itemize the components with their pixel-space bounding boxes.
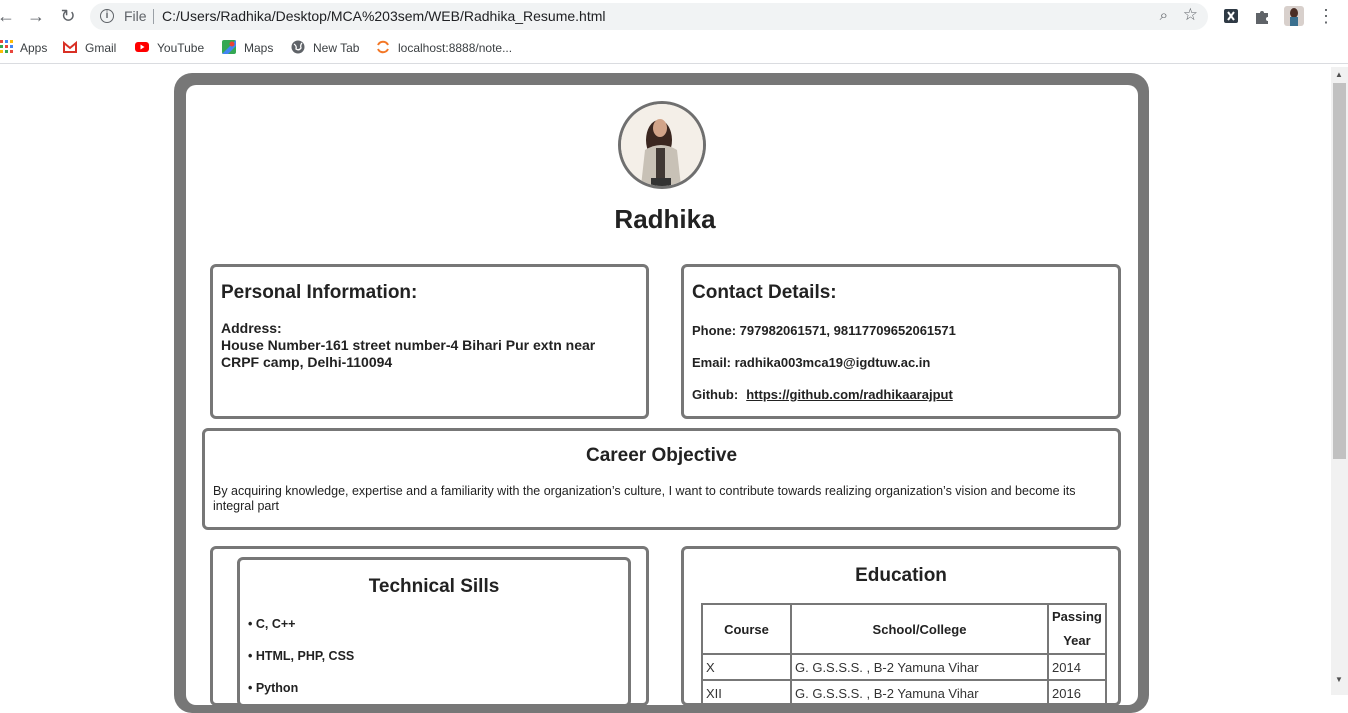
github-link[interactable]: https://github.com/radhikaarajput [746,387,953,402]
column-header-year: Passing Year [1047,603,1107,655]
profile-photo-image [621,104,703,186]
bookmark-label: localhost:8888/note... [398,41,513,55]
github-line: Github: https://github.com/radhikaarajput [692,387,953,402]
table-cell: 2014 [1047,653,1107,681]
address-label: Address: [221,320,282,336]
bookmark-maps[interactable]: Maps [222,40,273,55]
excel-extension-icon[interactable] [1222,7,1240,25]
address-value: House Number-161 street number-4 Bihari … [221,337,596,370]
career-objective-heading: Career Objective [585,445,738,466]
table-cell: 2016 [1047,679,1107,707]
bookmark-localhost[interactable]: localhost:8888/note... [376,40,512,55]
column-header-course: Course [701,603,792,655]
table-cell: XII [701,679,792,707]
bookmark-label: Apps [20,41,48,55]
file-scheme-label: File [124,8,147,24]
url-text[interactable]: C:/Users/Radhika/Desktop/MCA%203sem/WEB/… [162,8,606,24]
page-scrollbar[interactable]: ▲ ▼ [1331,67,1348,695]
contact-details-section: Contact Details: Phone: 797982061571, 98… [681,264,1121,419]
phone-text: Phone: 797982061571, 98117709652061571 [692,323,956,338]
github-label: Github: [692,387,739,402]
education-section: Education Course School/College Passing … [681,546,1121,707]
bookmark-label: YouTube [157,41,205,55]
profile-avatar-icon[interactable] [1284,6,1304,26]
address-bar[interactable]: i File C:/Users/Radhika/Desktop/MCA%203s… [90,3,1208,30]
career-objective-section: Career Objective By acquiring knowledge,… [202,428,1121,530]
menu-kebab-icon[interactable]: ⋮ [1316,6,1336,26]
table-cell: G. G.S.S.S. , B-2 Yamuna Vihar [790,679,1049,707]
profile-photo [618,101,706,189]
bookmarks-bar: Apps Gmail YouTube Maps New Tab localhos… [0,33,1348,64]
reload-icon[interactable]: ↻ [58,6,78,26]
career-objective-text: By acquiring knowledge, expertise and a … [213,484,1076,513]
forward-arrow-icon[interactable]: → [26,6,46,26]
skill-item: • HTML, PHP, CSS [248,649,355,663]
technical-skills-heading: Technical Sills [368,576,500,597]
zoom-icon[interactable]: ⌕ [1160,7,1168,24]
globe-icon [291,40,305,54]
scroll-down-arrow-icon[interactable]: ▼ [1335,675,1343,684]
skill-item: • C, C++ [248,617,296,631]
contact-details-heading: Contact Details: [692,282,837,303]
back-arrow-icon[interactable]: ← [0,6,16,26]
omnibox-divider [153,9,154,24]
table-row: XII G. G.S.S.S. , B-2 Yamuna Vihar 2016 [701,679,1107,707]
browser-toolbar: ← → ↻ i File C:/Users/Radhika/Desktop/MC… [0,0,1348,33]
table-cell: X [701,653,792,681]
bookmark-apps[interactable]: Apps [0,40,47,55]
bookmark-label: Gmail [85,41,117,55]
education-table: Course School/College Passing Year X G. … [701,603,1107,707]
bookmark-youtube[interactable]: YouTube [135,40,204,55]
personal-info-section: Personal Information: Address: House Num… [210,264,649,419]
table-cell: G. G.S.S.S. , B-2 Yamuna Vihar [790,653,1049,681]
bookmark-new-tab[interactable]: New Tab [291,40,359,55]
bookmark-label: Maps [244,41,274,55]
info-icon[interactable]: i [100,9,114,23]
gmail-icon [63,40,77,53]
apps-grid-icon [0,40,13,53]
email-text: Email: radhika003mca19@igdtuw.ac.in [692,355,931,370]
education-heading: Education [855,565,947,586]
table-row: X G. G.S.S.S. , B-2 Yamuna Vihar 2014 [701,653,1107,681]
personal-info-heading: Personal Information: [221,282,418,303]
scroll-up-arrow-icon[interactable]: ▲ [1335,70,1343,79]
bookmark-star-icon[interactable]: ☆ [1183,5,1198,25]
bookmark-label: New Tab [313,41,360,55]
address-block: Address: House Number-161 street number-… [221,320,631,371]
scrollbar-thumb[interactable] [1333,83,1346,459]
candidate-name: Radhika [614,204,716,234]
jupyter-icon [377,40,389,54]
maps-icon [222,40,236,54]
column-header-school: School/College [790,603,1049,655]
puzzle-extensions-icon[interactable] [1253,7,1271,25]
technical-skills-section: Technical Sills • C, C++ • HTML, PHP, CS… [237,557,631,707]
skill-item: • Python [248,681,299,695]
table-header-row: Course School/College Passing Year [701,603,1107,655]
youtube-icon [135,42,149,52]
bookmark-gmail[interactable]: Gmail [63,40,116,55]
